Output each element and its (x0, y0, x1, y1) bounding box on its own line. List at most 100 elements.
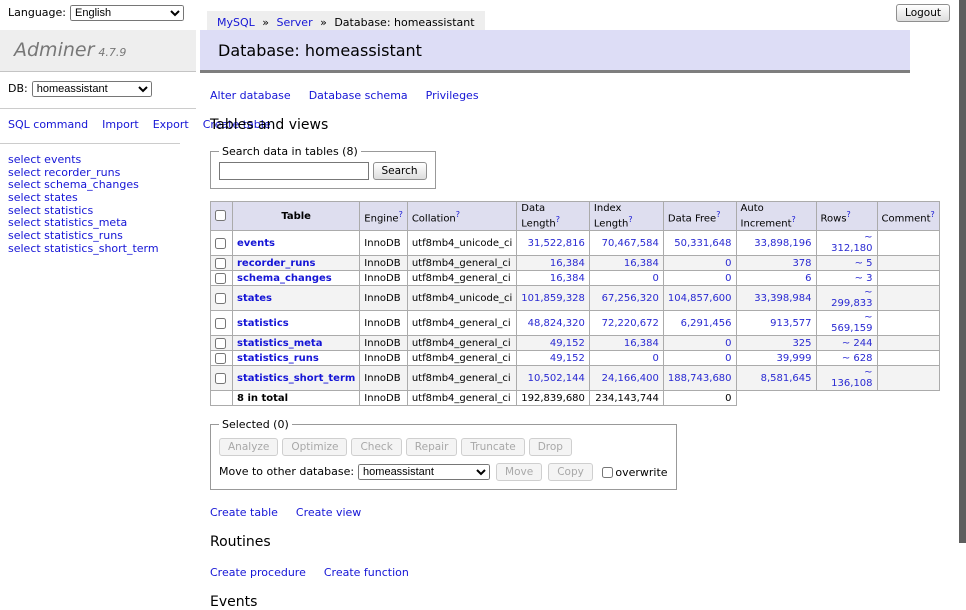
data-length-link[interactable]: 31,522,816 (528, 238, 585, 249)
data-free-link[interactable]: 50,331,648 (674, 238, 731, 249)
link-create-view[interactable]: Create view (296, 506, 361, 519)
sidebar-select-states[interactable]: select states (8, 192, 188, 205)
data-free-link[interactable]: 0 (725, 353, 731, 364)
table-link-statistics[interactable]: statistics (237, 318, 289, 329)
index-length-link[interactable]: 72,220,672 (602, 318, 659, 329)
data-length-link[interactable]: 16,384 (550, 258, 585, 269)
table-link-states[interactable]: states (237, 293, 272, 304)
row-checkbox[interactable] (215, 293, 226, 304)
check-button[interactable]: Check (351, 438, 401, 456)
search-button[interactable]: Search (373, 162, 427, 180)
auto-increment-link[interactable]: 913,577 (770, 318, 811, 329)
rows-link[interactable]: ~ 5 (855, 258, 873, 269)
data-length-link[interactable]: 48,824,320 (528, 318, 585, 329)
db-select[interactable]: homeassistant (32, 81, 152, 97)
row-checkbox[interactable] (215, 258, 226, 269)
row-checkbox[interactable] (215, 353, 226, 364)
row-checkbox[interactable] (215, 273, 226, 284)
data-free-link[interactable]: 0 (725, 258, 731, 269)
logout-button[interactable]: Logout (896, 4, 950, 22)
rows-link[interactable]: ~ 628 (842, 353, 873, 364)
optimize-button[interactable]: Optimize (282, 438, 347, 456)
data-length-link[interactable]: 101,859,328 (521, 293, 585, 304)
rows-link[interactable]: ~ 3 (855, 273, 873, 284)
breadcrumb-server[interactable]: Server (277, 16, 313, 29)
column-help-link[interactable]: ? (931, 210, 935, 219)
vertical-scrollbar[interactable] (958, 0, 966, 543)
data-free-link[interactable]: 0 (725, 273, 731, 284)
link-create-table[interactable]: Create table (210, 506, 278, 519)
index-length-link[interactable]: 0 (653, 273, 659, 284)
sidebar-select-statistics-short-term[interactable]: select statistics_short_term (8, 243, 188, 256)
column-help-link[interactable]: ? (628, 215, 632, 224)
auto-increment-link[interactable]: 33,898,196 (754, 238, 811, 249)
table-link-statistics-runs[interactable]: statistics_runs (237, 353, 319, 364)
row-checkbox[interactable] (215, 373, 226, 384)
link-create-function[interactable]: Create function (324, 566, 409, 579)
auto-increment-link[interactable]: 325 (792, 338, 811, 349)
data-length-link[interactable]: 10,502,144 (528, 373, 585, 384)
column-help-link[interactable]: ? (556, 215, 560, 224)
move-button[interactable]: Move (496, 463, 542, 481)
search-legend: Search data in tables (8) (219, 145, 361, 158)
table-link-statistics-meta[interactable]: statistics_meta (237, 338, 322, 349)
sidebar-select-statistics-runs[interactable]: select statistics_runs (8, 230, 188, 243)
rows-link[interactable]: ~ 244 (842, 338, 873, 349)
column-help-link[interactable]: ? (456, 210, 460, 219)
row-checkbox[interactable] (215, 238, 226, 249)
data-length-link[interactable]: 16,384 (550, 273, 585, 284)
select-all-checkbox[interactable] (215, 210, 226, 221)
truncate-button[interactable]: Truncate (461, 438, 524, 456)
search-input[interactable] (219, 162, 369, 180)
sidebar-link-sql-command[interactable]: SQL command (8, 118, 88, 131)
row-checkbox[interactable] (215, 318, 226, 329)
data-free-link[interactable]: 188,743,680 (668, 373, 732, 384)
rows-link[interactable]: ~ 299,833 (831, 287, 872, 309)
link-create-procedure[interactable]: Create procedure (210, 566, 306, 579)
auto-increment-link[interactable]: 6 (805, 273, 811, 284)
action-link-alter-database[interactable]: Alter database (210, 89, 291, 102)
index-length-link[interactable]: 16,384 (624, 338, 659, 349)
rows-link[interactable]: ~ 136,108 (831, 367, 872, 389)
overwrite-checkbox[interactable] (602, 467, 613, 478)
data-length-link[interactable]: 49,152 (550, 338, 585, 349)
sidebar-link-import[interactable]: Import (102, 118, 139, 131)
table-link-statistics-short-term[interactable]: statistics_short_term (237, 373, 355, 384)
action-link-database-schema[interactable]: Database schema (309, 89, 408, 102)
column-help-link[interactable]: ? (399, 210, 403, 219)
rows-link[interactable]: ~ 312,180 (831, 232, 872, 254)
index-length-link[interactable]: 67,256,320 (602, 293, 659, 304)
data-length-link[interactable]: 49,152 (550, 353, 585, 364)
table-link-schema-changes[interactable]: schema_changes (237, 273, 332, 284)
copy-button[interactable]: Copy (548, 463, 593, 481)
column-help-link[interactable]: ? (716, 210, 720, 219)
drop-button[interactable]: Drop (529, 438, 572, 456)
auto-increment-link[interactable]: 8,581,645 (761, 373, 812, 384)
data-free-link[interactable]: 104,857,600 (668, 293, 732, 304)
move-db-select[interactable]: homeassistant (358, 464, 490, 480)
action-link-privileges[interactable]: Privileges (426, 89, 479, 102)
language-select[interactable]: English (70, 5, 184, 21)
analyze-button[interactable]: Analyze (219, 438, 278, 456)
column-help-link[interactable]: ? (792, 215, 796, 224)
index-length-link[interactable]: 16,384 (624, 258, 659, 269)
auto-increment-link[interactable]: 33,398,984 (754, 293, 811, 304)
table-link-events[interactable]: events (237, 238, 275, 249)
data-free-link[interactable]: 6,291,456 (681, 318, 732, 329)
rows-link[interactable]: ~ 569,159 (831, 312, 872, 334)
column-header-comment: Comment? (877, 202, 939, 231)
auto-increment-link[interactable]: 378 (792, 258, 811, 269)
index-length-link[interactable]: 70,467,584 (602, 238, 659, 249)
index-length-link[interactable]: 24,166,400 (602, 373, 659, 384)
sidebar-link-export[interactable]: Export (153, 118, 189, 131)
auto-increment-link[interactable]: 39,999 (777, 353, 812, 364)
sidebar-select-events[interactable]: select events (8, 154, 188, 167)
row-checkbox[interactable] (215, 338, 226, 349)
table-link-recorder-runs[interactable]: recorder_runs (237, 258, 315, 269)
data-free-link[interactable]: 0 (725, 338, 731, 349)
index-length-link[interactable]: 0 (653, 353, 659, 364)
breadcrumb-mysql[interactable]: MySQL (217, 16, 255, 29)
repair-button[interactable]: Repair (406, 438, 458, 456)
row-checkbox-cell (211, 351, 233, 366)
column-help-link[interactable]: ? (847, 210, 851, 219)
